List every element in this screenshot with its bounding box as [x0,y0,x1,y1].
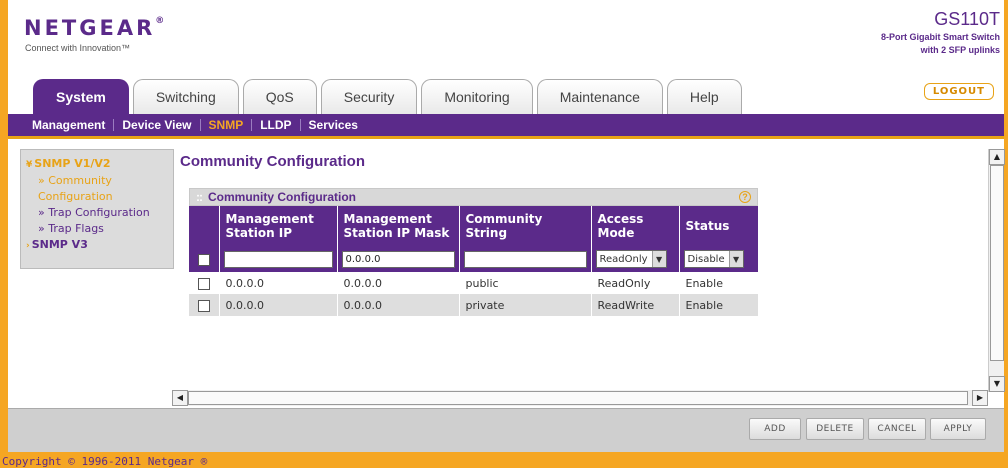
expanded-arrow-icon: ¥ [26,160,33,170]
tagline: Connect with Innovation™ [25,43,131,53]
help-icon[interactable]: ? [739,191,751,203]
tab-security[interactable]: Security [320,79,418,114]
subnav-device-view[interactable]: Device View [114,119,201,131]
row-community: private [459,294,592,316]
subnav-management[interactable]: Management [24,119,115,131]
column-header-access: Access Mode [591,206,680,246]
delete-button[interactable]: DELETE [806,418,864,440]
model-desc-line-2: with 2 SFP uplinks [920,45,1000,55]
tab-qos[interactable]: QoS [242,79,317,114]
column-header-mask: Management Station IP Mask [337,206,460,246]
subnav-services[interactable]: Services [301,119,366,131]
left-navigation: ¥ SNMP V1/V2 » Community Configuration » … [20,149,174,269]
subnav-lldp[interactable]: LLDP [252,119,301,131]
community-panel: :: Community Configuration ? Management S… [189,188,758,316]
page-title: Community Configuration [180,153,365,170]
leftnav-item-trap-configuration[interactable]: » Trap Configuration [26,205,168,221]
page: NETGEAR® Connect with Innovation™ GS110T… [8,0,1004,452]
scroll-up-icon[interactable]: ▲ [989,149,1005,165]
scroll-right-icon[interactable]: ▶ [972,390,988,406]
table-row: 0.0.0.0 0.0.0.0 public ReadOnly Enable [189,272,758,294]
cancel-button[interactable]: CANCEL [868,418,926,440]
horizontal-scroll-thumb[interactable] [188,391,968,405]
leftnav-item-trap-flags[interactable]: » Trap Flags [26,221,168,237]
table-row: 0.0.0.0 0.0.0.0 private ReadWrite Enable [189,294,758,316]
scroll-down-icon[interactable]: ▼ [989,376,1005,392]
access-mode-select[interactable]: ReadOnly ▼ [595,250,667,268]
grip-icon: :: [196,190,203,204]
netgear-logo: NETGEAR® [24,16,165,40]
panel-header: :: Community Configuration ? [189,188,758,206]
column-header-status: Status [679,206,758,246]
select-column-header [189,206,220,246]
tab-system[interactable]: System [33,79,129,114]
copyright-text: Copyright © 1996-2011 Netgear ® [2,455,208,468]
action-bar: ADD DELETE CANCEL APPLY [8,408,1004,452]
row-access: ReadOnly [591,272,680,294]
tab-help[interactable]: Help [666,79,742,114]
row-access: ReadWrite [591,294,680,316]
row-mask: 0.0.0.0 [337,294,460,316]
tab-switching[interactable]: Switching [132,79,239,114]
row-checkbox[interactable] [197,299,210,312]
row-ip: 0.0.0.0 [219,272,338,294]
apply-button[interactable]: APPLY [930,418,986,440]
tab-maintenance[interactable]: Maintenance [536,79,663,114]
leftnav-item-community-cont[interactable]: Configuration [26,189,168,205]
row-checkbox[interactable] [197,277,210,290]
horizontal-scrollbar[interactable]: ◀ ▶ [172,390,988,406]
input-row-checkbox[interactable] [197,253,210,266]
mask-input[interactable] [341,250,455,268]
chevron-down-icon: ▼ [651,251,666,267]
logout-button[interactable]: LOGOUT [923,83,994,100]
column-header-ip: Management Station IP [219,206,338,246]
collapsed-arrow-icon: › [26,241,30,251]
sub-navigation: Management Device View SNMP LLDP Service… [8,114,1004,139]
add-button[interactable]: ADD [749,418,801,440]
model-desc-line-1: 8-Port Gigabit Smart Switch [880,32,1000,42]
status-select[interactable]: Disable ▼ [683,250,744,268]
vertical-scroll-thumb[interactable] [990,165,1004,361]
model-info: GS110T 8-Port Gigabit Smart Switch with … [881,9,1000,56]
community-table: Management Station IP Management Station… [189,206,758,316]
row-community: public [459,272,592,294]
scroll-left-icon[interactable]: ◀ [172,390,188,406]
chevron-down-icon: ▼ [728,251,743,267]
subnav-snmp[interactable]: SNMP [201,119,253,131]
leftnav-group-snmp-v1-v2[interactable]: ¥ SNMP V1/V2 [26,156,168,173]
vertical-scrollbar[interactable]: ▲ ▼ [988,149,1005,392]
leftnav-group-snmp-v3[interactable]: › SNMP V3 [26,237,168,254]
row-status: Enable [679,294,758,316]
main-content: Community Configuration :: Community Conf… [180,143,990,393]
row-status: Enable [679,272,758,294]
leftnav-item-community[interactable]: » Community [26,173,168,189]
main-tabs: System Switching QoS Security Monitoring… [33,79,746,114]
community-input[interactable] [463,250,587,268]
column-header-community: Community String [459,206,592,246]
row-mask: 0.0.0.0 [337,272,460,294]
tab-monitoring[interactable]: Monitoring [421,79,533,114]
ip-input[interactable] [223,250,333,268]
row-ip: 0.0.0.0 [219,294,338,316]
input-row: ReadOnly▼ Disable▼ [189,246,758,272]
model-name: GS110T [934,9,1000,29]
